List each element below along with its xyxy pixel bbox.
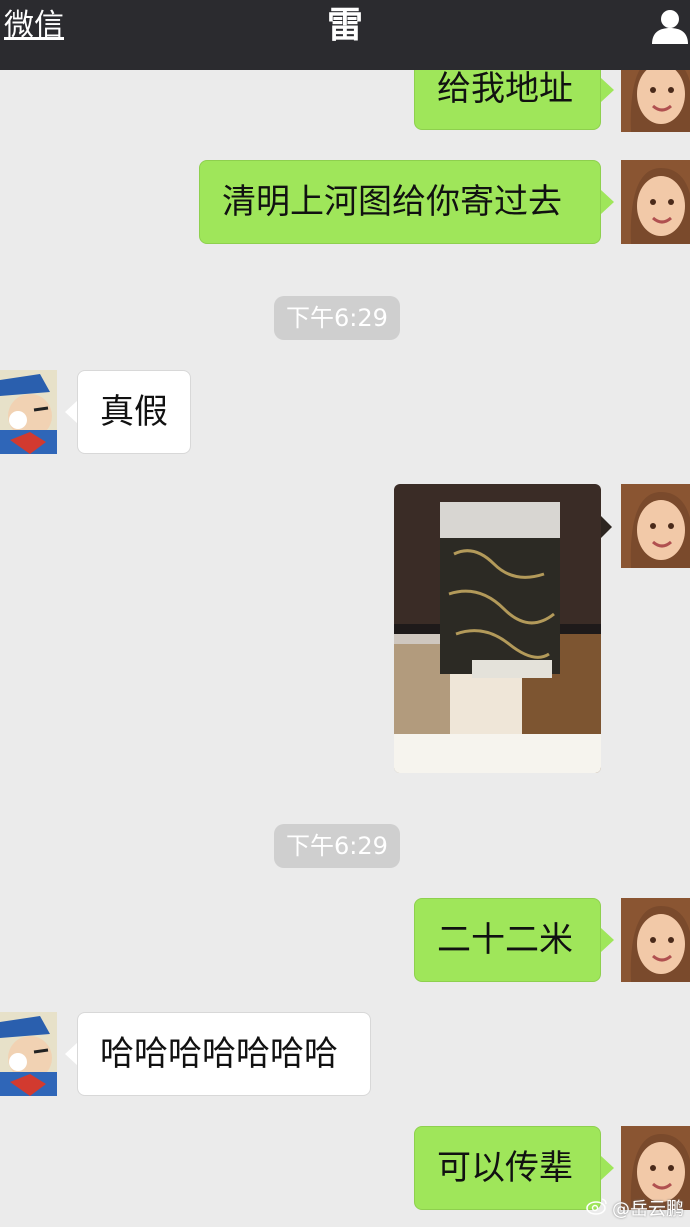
received-message-bubble[interactable]: 真假 — [77, 370, 191, 454]
message-text: 真假 — [100, 392, 168, 432]
watermark: @岳云鹏 — [586, 1195, 684, 1221]
watermark-text: @岳云鹏 — [612, 1199, 684, 1220]
sent-message-bubble[interactable]: 二十二米 — [414, 898, 601, 982]
my-avatar[interactable] — [621, 898, 690, 982]
my-avatar[interactable] — [621, 160, 690, 244]
message-text: 二十二米 — [437, 920, 573, 960]
contact-avatar[interactable] — [0, 370, 57, 454]
timestamp: 下午6:29 — [274, 296, 400, 340]
bubble-tail — [601, 190, 614, 214]
person-icon[interactable] — [650, 6, 690, 46]
bubble-tail — [601, 928, 614, 952]
sent-message-bubble[interactable]: 可以传辈 — [414, 1126, 601, 1210]
received-message-bubble[interactable]: 哈哈哈哈哈哈哈 — [77, 1012, 371, 1096]
contact-avatar[interactable] — [0, 1012, 57, 1096]
navigation-bar: 微信 雷 — [0, 0, 690, 70]
message-text: 清明上河图给你寄过去 — [222, 182, 562, 222]
chat-title: 雷 — [326, 5, 363, 46]
bubble-tail — [601, 78, 614, 102]
image-message[interactable] — [394, 484, 601, 773]
sent-message-bubble[interactable]: 清明上河图给你寄过去 — [199, 160, 601, 244]
my-avatar[interactable] — [621, 484, 690, 568]
timestamp: 下午6:29 — [274, 824, 400, 868]
weibo-icon — [586, 1197, 608, 1220]
message-text: 给我地址 — [437, 69, 573, 109]
bubble-tail — [601, 1156, 614, 1180]
message-text: 可以传辈 — [437, 1148, 573, 1188]
message-text: 哈哈哈哈哈哈哈 — [100, 1034, 338, 1074]
bubble-tail — [601, 516, 612, 538]
